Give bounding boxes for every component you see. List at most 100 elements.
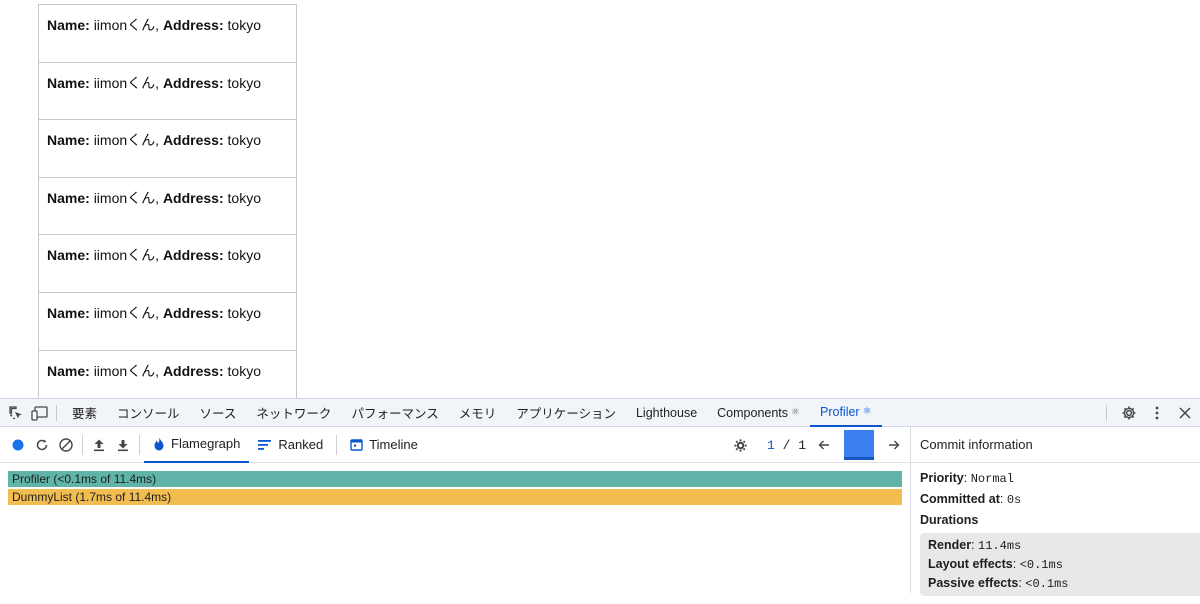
toolbar-divider — [139, 434, 140, 455]
tab-label: パフォーマンス — [351, 407, 439, 421]
tab-label: Components — [717, 405, 789, 420]
flame-bar-dummylist[interactable]: DummyList (1.7ms of 11.4ms) — [8, 489, 902, 505]
flame-bar-label: Profiler (<0.1ms of 11.4ms) — [12, 472, 157, 486]
committed-label: Committed at — [920, 492, 1000, 506]
address-value: tokyo — [227, 189, 261, 206]
tab-components[interactable]: Components ⚛ — [707, 399, 810, 427]
tab-application[interactable]: アプリケーション — [506, 399, 626, 427]
tab-label: ネットワーク — [256, 407, 332, 421]
list-item: Name: iimonくん, Address: tokyo — [38, 349, 297, 398]
tab-network[interactable]: ネットワーク — [246, 399, 341, 427]
commit-current: 1 — [766, 437, 775, 453]
flame-bar-label: DummyList (1.7ms of 11.4ms) — [12, 490, 172, 504]
tab-timeline[interactable]: Timeline — [341, 427, 427, 463]
commit-counter: 1 / 1 — [767, 438, 806, 453]
address-value: tokyo — [227, 74, 261, 91]
profiler-toolbar: Flamegraph Ranked Timeline 1 / 1 — [0, 427, 910, 463]
download-profile-icon[interactable] — [111, 433, 135, 457]
priority-value: Normal — [970, 472, 1014, 486]
name-label: Name: — [47, 247, 90, 264]
react-icon: ⚛ — [862, 406, 872, 417]
tab-label: アプリケーション — [516, 407, 616, 421]
committed-value: 0s — [1006, 493, 1022, 507]
list-item: Name: iimonくん, Address: tokyo — [38, 234, 297, 292]
render-value: 11.4ms — [978, 539, 1022, 553]
commit-bar[interactable] — [844, 430, 874, 460]
name-label: Name: — [47, 362, 90, 379]
passive-effects-label: Passive effects — [928, 576, 1019, 590]
inspect-element-icon[interactable] — [5, 402, 27, 424]
tab-elements[interactable]: 要素 — [62, 399, 107, 427]
more-options-icon[interactable] — [1146, 402, 1168, 424]
tab-label: コンソール — [117, 407, 180, 421]
commit-separator: / — [782, 437, 791, 453]
tab-memory[interactable]: メモリ — [449, 399, 507, 427]
name-label: Name: — [47, 189, 90, 206]
tab-profiler[interactable]: Profiler ⚛ — [810, 399, 882, 427]
name-value: iimonくん, — [93, 132, 160, 149]
list-item: Name: iimonくん, Address: tokyo — [38, 119, 297, 177]
tab-performance[interactable]: パフォーマンス — [341, 399, 448, 427]
layout-effects-line: Layout effects: <0.1ms — [928, 557, 1063, 572]
devtools-tabbar-actions — [1101, 399, 1196, 427]
dummy-list: Name: iimonくん, Address: tokyo Name: iimo… — [38, 4, 297, 398]
reload-and-profile-icon[interactable] — [30, 433, 54, 457]
passive-effects-line: Passive effects: <0.1ms — [928, 576, 1069, 591]
commit-info-title: Commit information — [911, 427, 1200, 463]
tab-label: Lighthouse — [635, 405, 698, 420]
tab-ranked[interactable]: Ranked — [249, 427, 332, 463]
prev-commit-icon[interactable] — [812, 433, 836, 457]
tab-label: 要素 — [72, 407, 98, 421]
tab-flamegraph[interactable]: Flamegraph — [144, 427, 250, 463]
device-toolbar-icon[interactable] — [29, 402, 51, 424]
list-item: Name: iimonくん, Address: tokyo — [38, 4, 297, 62]
toolbar-divider — [336, 434, 338, 455]
name-label: Name: — [47, 304, 90, 321]
address-value: tokyo — [227, 304, 261, 321]
durations-label: Durations — [920, 513, 979, 527]
address-value: tokyo — [227, 17, 261, 33]
render-line: Render: 11.4ms — [928, 538, 1022, 553]
commit-info-panel: Commit information Priority: Normal Comm… — [910, 427, 1200, 596]
name-label: Name: — [47, 74, 90, 91]
tab-divider — [56, 404, 57, 421]
address-value: tokyo — [227, 132, 261, 149]
tab-label: Flamegraph — [171, 436, 241, 451]
address-label: Address: — [162, 189, 224, 206]
tab-divider — [1106, 405, 1107, 421]
name-value: iimonくん, — [93, 17, 160, 33]
next-commit-icon[interactable] — [882, 433, 906, 457]
react-icon: ⚛ — [791, 407, 800, 418]
settings-gear-icon[interactable] — [1118, 402, 1140, 424]
clear-profile-icon[interactable] — [54, 433, 78, 457]
layout-effects-label: Layout effects — [928, 557, 1013, 571]
tab-label: Ranked — [278, 437, 324, 452]
commit-total: 1 — [798, 437, 806, 453]
record-icon[interactable] — [6, 433, 30, 457]
commit-info-body: Priority: Normal Committed at: 0s Durati… — [911, 463, 1200, 604]
tab-label: Profiler — [820, 404, 860, 419]
list-item: Name: iimonくん, Address: tokyo — [38, 176, 297, 235]
page-viewport: Name: iimonくん, Address: tokyo Name: iimo… — [0, 0, 1200, 398]
tab-lighthouse[interactable]: Lighthouse — [626, 399, 707, 427]
close-devtools-icon[interactable] — [1174, 402, 1196, 424]
durations-box: Render: 11.4ms Layout effects: <0.1ms Pa… — [920, 533, 1200, 596]
tab-sources[interactable]: ソース — [190, 399, 247, 427]
profiler-settings-icon[interactable] — [729, 433, 753, 457]
render-label: Render — [928, 538, 972, 552]
address-label: Address: — [162, 132, 224, 149]
tab-label: Timeline — [369, 437, 418, 452]
upload-profile-icon[interactable] — [87, 433, 111, 457]
list-item: Name: iimonくん, Address: tokyo — [38, 61, 297, 120]
address-label: Address: — [162, 74, 224, 91]
tab-console[interactable]: コンソール — [107, 399, 190, 427]
tab-label: メモリ — [458, 407, 497, 421]
profiler-body: Flamegraph Ranked Timeline 1 / 1 Profile… — [0, 427, 1200, 596]
address-label: Address: — [162, 17, 224, 33]
tab-label: ソース — [199, 407, 237, 421]
calendar-icon — [350, 439, 363, 451]
address-value: tokyo — [227, 247, 261, 264]
flame-bar-profiler[interactable]: Profiler (<0.1ms of 11.4ms) — [8, 471, 902, 487]
address-value: tokyo — [227, 362, 261, 379]
name-value: iimonくん, — [93, 74, 160, 91]
